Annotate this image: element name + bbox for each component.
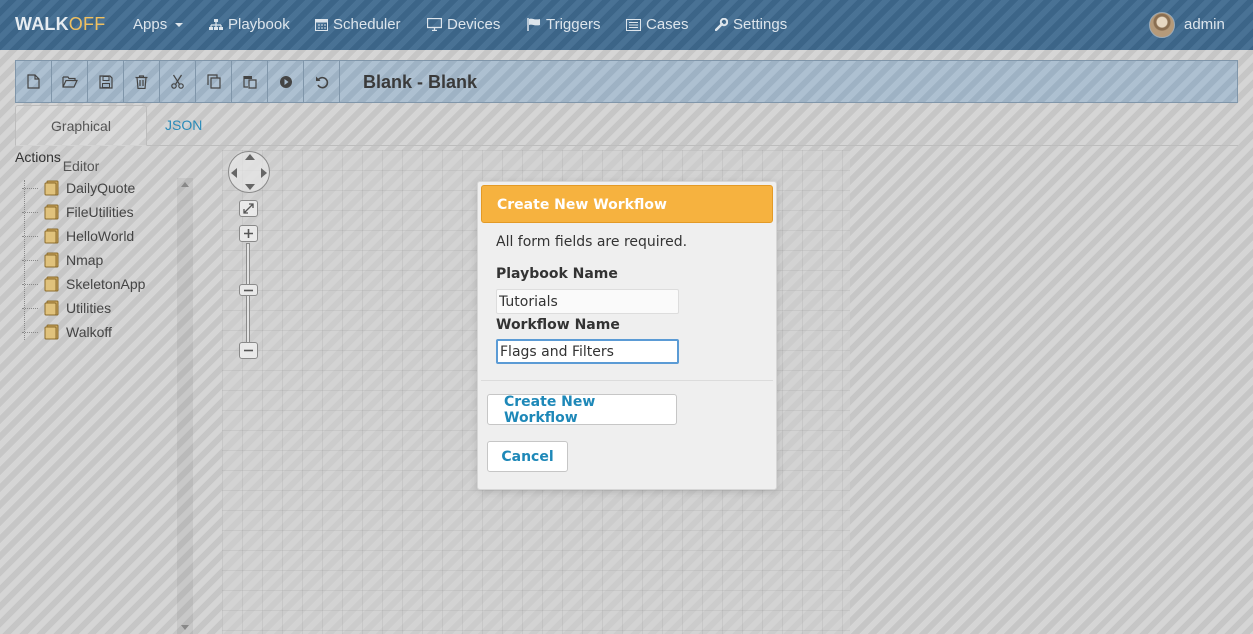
- scroll-down-arrow-icon[interactable]: [181, 625, 189, 630]
- save-icon: [98, 74, 113, 89]
- undo-icon: [315, 76, 328, 88]
- avatar[interactable]: [1149, 12, 1175, 38]
- flag-icon: [527, 18, 540, 31]
- copy-button[interactable]: [196, 61, 232, 102]
- cancel-button[interactable]: Cancel: [487, 441, 568, 472]
- workflow-name-input[interactable]: [496, 339, 679, 364]
- brand-walk: WALK: [15, 14, 69, 34]
- top-navbar: WALKOFF Apps Playbook Scheduler Devices …: [0, 0, 1253, 50]
- app-folder-icon: [44, 276, 59, 292]
- tree-item-label: Nmap: [66, 252, 104, 268]
- delete-button[interactable]: [124, 61, 160, 102]
- pan-control[interactable]: [228, 151, 270, 193]
- tree-item-utilities[interactable]: Utilities: [22, 298, 111, 318]
- workflow-name-label: Workflow Name: [496, 317, 620, 333]
- tree-item-nmap[interactable]: Nmap: [22, 250, 103, 270]
- sitemap-icon: [209, 18, 223, 30]
- tree-item-dailyquote[interactable]: DailyQuote: [22, 178, 135, 198]
- app-folder-icon: [44, 228, 59, 244]
- new-file-icon: [27, 74, 40, 89]
- app-folder-icon: [44, 300, 59, 316]
- monitor-icon: [427, 18, 442, 31]
- brand-logo[interactable]: WALKOFF: [15, 14, 105, 35]
- caret-down-icon: [175, 22, 184, 27]
- fit-to-screen-button[interactable]: [239, 200, 258, 217]
- app-folder-icon: [44, 204, 59, 220]
- zoom-out-button[interactable]: [239, 342, 258, 359]
- pan-right-icon[interactable]: [261, 168, 267, 178]
- app-folder-icon: [44, 180, 59, 196]
- nav-cases[interactable]: Cases: [626, 16, 689, 33]
- workflow-title: Blank - Blank: [363, 72, 478, 92]
- calendar-icon: [315, 19, 328, 31]
- nav-scheduler[interactable]: Scheduler: [315, 16, 401, 33]
- required-note: All form fields are required.: [496, 234, 688, 250]
- nav-playbook-label: Playbook: [228, 16, 290, 33]
- wrench-icon: [715, 18, 728, 31]
- create-workflow-button[interactable]: Create New Workflow: [487, 394, 677, 426]
- tree-item-label: DailyQuote: [66, 180, 136, 196]
- paste-icon: [242, 76, 257, 89]
- plus-icon: [244, 229, 253, 238]
- nav-scheduler-label: Scheduler: [333, 16, 401, 33]
- nav-playbook[interactable]: Playbook: [209, 16, 290, 33]
- tree-item-label: FileUtilities: [66, 204, 134, 220]
- execute-button[interactable]: [268, 61, 304, 102]
- app-folder-icon: [44, 252, 59, 268]
- playbook-name-input[interactable]: [496, 289, 679, 314]
- zoom-slider-thumb[interactable]: [239, 284, 258, 296]
- undo-button[interactable]: [304, 61, 340, 102]
- nav-devices[interactable]: Devices: [427, 16, 500, 33]
- workflow-toolbar: Blank - Blank: [15, 60, 1238, 103]
- execute-icon: [279, 75, 292, 88]
- copy-icon: [206, 74, 221, 89]
- nav-triggers-label: Triggers: [546, 16, 601, 33]
- zoom-in-button[interactable]: [239, 225, 258, 242]
- tree-item-fileutilities[interactable]: FileUtilities: [22, 202, 134, 222]
- nav-settings-label: Settings: [733, 16, 788, 33]
- list-icon: [626, 18, 641, 31]
- minus-icon: [244, 289, 253, 291]
- tree-item-helloworld[interactable]: HelloWorld: [22, 226, 134, 246]
- pan-up-icon[interactable]: [245, 154, 255, 160]
- modal-title: Create New Workflow: [481, 185, 773, 223]
- brand-off: OFF: [68, 14, 106, 34]
- modal-divider: [481, 380, 773, 381]
- tree-item-skeletonapp[interactable]: SkeletonApp: [22, 274, 145, 294]
- expand-icon: [243, 203, 254, 214]
- nav-devices-label: Devices: [447, 16, 501, 33]
- actions-heading: Actions: [15, 149, 61, 165]
- tree-item-walkoff[interactable]: Walkoff: [22, 322, 112, 342]
- nav-cases-label: Cases: [646, 16, 689, 33]
- tree-item-label: Utilities: [66, 300, 112, 316]
- nav-apps-label: Apps: [133, 16, 168, 33]
- delete-icon: [135, 74, 148, 89]
- tree-item-label: SkeletonApp: [66, 276, 146, 292]
- nav-apps[interactable]: Apps: [133, 16, 184, 33]
- cut-icon: [171, 74, 184, 89]
- app-folder-icon: [44, 324, 59, 340]
- user-menu[interactable]: admin: [1184, 16, 1225, 33]
- actions-scrollbar[interactable]: [177, 178, 193, 634]
- tab-graphical-editor[interactable]: Graphical Editor: [15, 105, 147, 174]
- pan-left-icon[interactable]: [231, 168, 237, 178]
- open-folder-icon: [61, 76, 78, 88]
- tree-item-label: HelloWorld: [66, 228, 135, 244]
- pan-down-icon[interactable]: [245, 184, 255, 190]
- playbook-name-label: Playbook Name: [496, 266, 618, 282]
- nav-settings[interactable]: Settings: [715, 16, 787, 33]
- save-button[interactable]: [88, 61, 124, 102]
- nav-triggers[interactable]: Triggers: [527, 16, 600, 33]
- scroll-up-arrow-icon[interactable]: [181, 182, 189, 187]
- tab-json[interactable]: JSON: [150, 105, 217, 146]
- new-file-button[interactable]: [16, 61, 52, 102]
- paste-button[interactable]: [232, 61, 268, 102]
- tree-item-label: Walkoff: [66, 324, 112, 340]
- create-workflow-modal: Create New Workflow All form fields are …: [477, 181, 777, 490]
- minus-icon: [244, 349, 253, 352]
- cut-button[interactable]: [160, 61, 196, 102]
- open-button[interactable]: [52, 61, 88, 102]
